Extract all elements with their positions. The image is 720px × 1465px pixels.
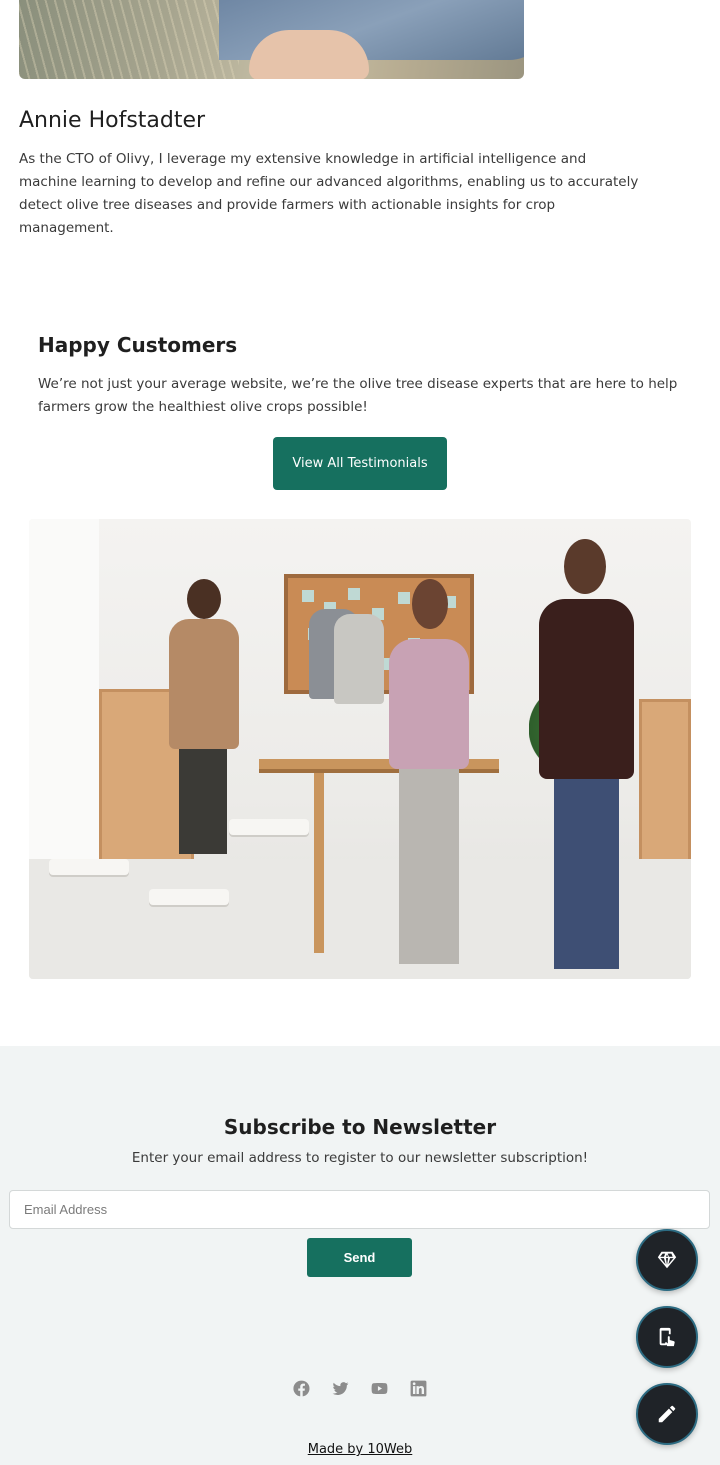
send-button[interactable]: Send: [307, 1238, 412, 1277]
youtube-icon[interactable]: [369, 1378, 390, 1399]
view-testimonials-button[interactable]: View All Testimonials: [273, 437, 447, 490]
email-field[interactable]: [9, 1190, 710, 1229]
facebook-icon[interactable]: [291, 1378, 312, 1399]
profile-photo: [19, 0, 524, 79]
fab-edit-button[interactable]: [636, 1383, 698, 1445]
profile-bio: As the CTO of Olivy, I leverage my exten…: [19, 151, 639, 236]
pencil-icon: [658, 1405, 676, 1423]
newsletter-title: Subscribe to Newsletter: [223, 1115, 497, 1139]
team-office-photo: [29, 519, 691, 979]
diamond-icon: [657, 1251, 677, 1269]
twitter-icon[interactable]: [330, 1378, 351, 1399]
linkedin-icon[interactable]: [408, 1378, 429, 1399]
fab-diamond-button[interactable]: [636, 1229, 698, 1291]
profile-name: Annie Hofstadter: [19, 108, 206, 133]
made-by-link[interactable]: Made by 10Web: [0, 1442, 720, 1457]
mobile-touch-icon: [659, 1327, 675, 1347]
testimonials-title: Happy Customers: [38, 333, 238, 357]
fab-mobile-button[interactable]: [636, 1306, 698, 1368]
newsletter-subtitle: Enter your email address to register to …: [131, 1150, 589, 1166]
testimonials-text: We’re not just your average website, we’…: [38, 376, 678, 415]
social-links: [0, 1378, 720, 1400]
